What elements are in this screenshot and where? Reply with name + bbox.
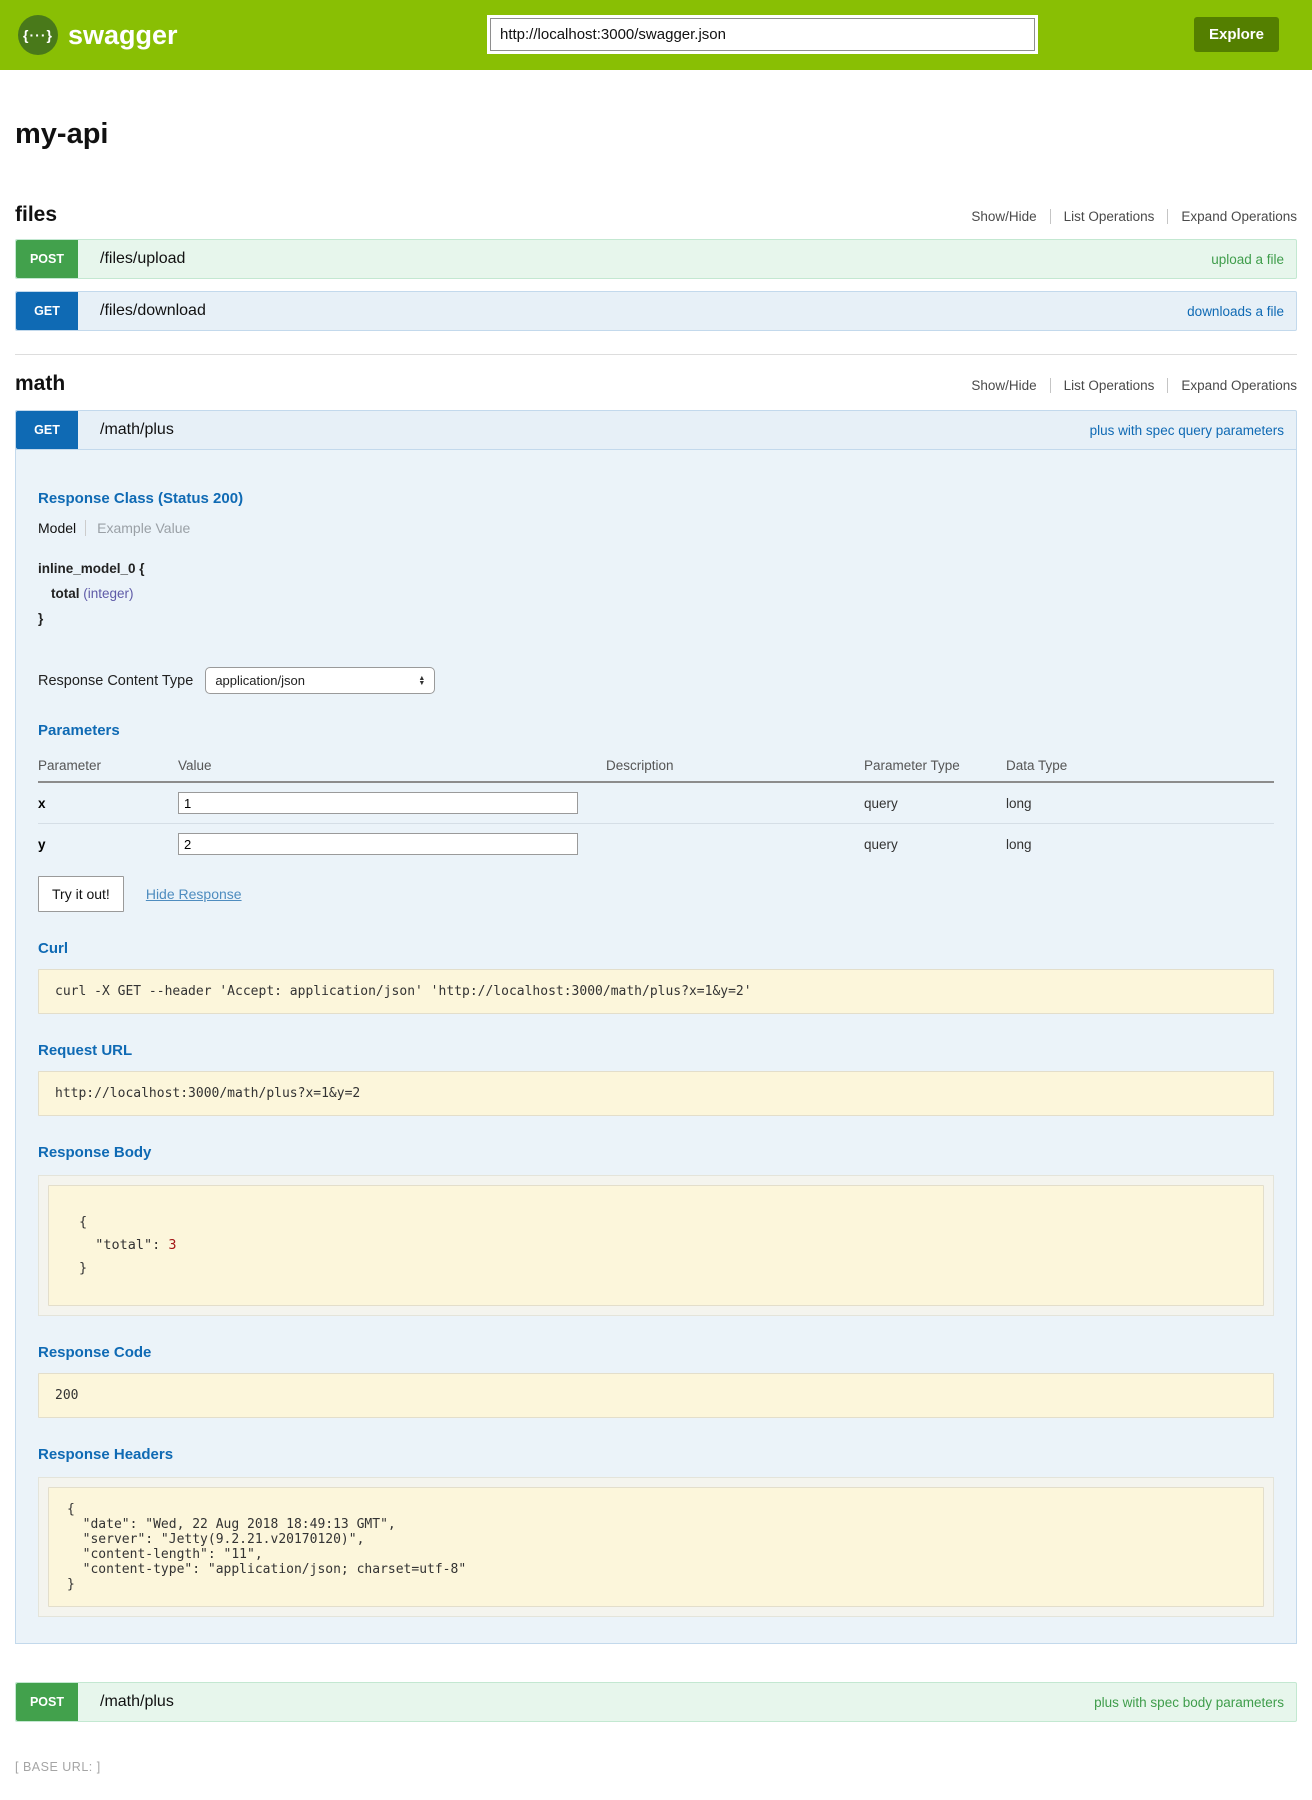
response-content-type-label: Response Content Type xyxy=(38,673,193,689)
method-badge-post: POST xyxy=(16,240,78,278)
response-code-heading: Response Code xyxy=(38,1344,1274,1361)
model-signature: inline_model_0 { total (integer) } xyxy=(38,556,1274,631)
json-number-value: 3 xyxy=(168,1237,176,1253)
section-title-files[interactable]: files xyxy=(15,203,57,227)
endpoint-path[interactable]: /files/download xyxy=(100,302,206,320)
param-type: query xyxy=(864,824,1006,865)
endpoint-summary-link[interactable]: plus with spec body parameters xyxy=(1094,1695,1284,1710)
response-body-heading: Response Body xyxy=(38,1144,1274,1161)
brand-name: swagger xyxy=(68,20,178,51)
explore-button[interactable]: Explore xyxy=(1194,17,1279,52)
param-data-type: long xyxy=(1006,782,1274,824)
parameters-header-row: Parameter Value Description Parameter Ty… xyxy=(38,749,1274,782)
response-headers-block: { "date": "Wed, 22 Aug 2018 18:49:13 GMT… xyxy=(38,1477,1274,1617)
selected-content-type: application/json xyxy=(215,673,305,688)
section-divider xyxy=(15,354,1297,355)
curl-command: curl -X GET --header 'Accept: applicatio… xyxy=(38,969,1274,1014)
section-header-files: files Show/Hide List Operations Expand O… xyxy=(15,203,1297,227)
show-hide-link[interactable]: Show/Hide xyxy=(958,209,1049,224)
col-parameter-type: Parameter Type xyxy=(864,749,1006,782)
endpoint-path[interactable]: /files/upload xyxy=(100,250,185,268)
model-tabs: Model Example Value xyxy=(38,520,1274,536)
section-title-math[interactable]: math xyxy=(15,372,65,396)
model-property: total (integer) xyxy=(38,581,1274,606)
swagger-logo-icon: {···} xyxy=(18,15,58,55)
col-value: Value xyxy=(178,749,606,782)
model-property-name: total xyxy=(51,586,80,601)
endpoint-row-get-files-download[interactable]: GET /files/download downloads a file xyxy=(15,291,1297,331)
request-url-value: http://localhost:3000/math/plus?x=1&y=2 xyxy=(38,1071,1274,1116)
response-code-value: 200 xyxy=(38,1373,1274,1418)
section-controls-files: Show/Hide List Operations Expand Operati… xyxy=(958,209,1297,224)
param-description xyxy=(606,824,864,865)
response-headers-json: { "date": "Wed, 22 Aug 2018 18:49:13 GMT… xyxy=(48,1487,1264,1607)
json-text: { "total": xyxy=(79,1214,168,1253)
param-name: x xyxy=(38,782,178,824)
select-arrows-icon: ▲▼ xyxy=(418,676,425,686)
expand-operations-link[interactable]: Expand Operations xyxy=(1167,209,1297,224)
try-it-out-button[interactable]: Try it out! xyxy=(38,876,124,912)
parameter-row-y: y query long xyxy=(38,824,1274,865)
response-body-block: { "total": 3 } xyxy=(38,1175,1274,1316)
logo-glyph: {···} xyxy=(23,27,53,43)
endpoint-row-post-files-upload[interactable]: POST /files/upload upload a file xyxy=(15,239,1297,279)
actions-row: Try it out! Hide Response xyxy=(38,876,1274,912)
model-property-type: (integer) xyxy=(83,586,133,601)
list-operations-link[interactable]: List Operations xyxy=(1050,378,1168,393)
response-content-type-row: Response Content Type application/json ▲… xyxy=(38,667,1274,694)
endpoint-row-get-math-plus[interactable]: GET /math/plus plus with spec query para… xyxy=(15,410,1297,450)
response-class-heading: Response Class (Status 200) xyxy=(38,490,1274,507)
parameter-row-x: x query long xyxy=(38,782,1274,824)
endpoint-summary-link[interactable]: downloads a file xyxy=(1187,304,1284,319)
hide-response-link[interactable]: Hide Response xyxy=(146,886,242,902)
endpoint-row-post-math-plus[interactable]: POST /math/plus plus with spec body para… xyxy=(15,1682,1297,1722)
model-close-line: } xyxy=(38,606,1274,631)
response-content-type-select[interactable]: application/json ▲▼ xyxy=(205,667,435,694)
endpoint-path[interactable]: /math/plus xyxy=(100,421,174,439)
endpoint-path[interactable]: /math/plus xyxy=(100,1693,174,1711)
col-description: Description xyxy=(606,749,864,782)
parameters-table: Parameter Value Description Parameter Ty… xyxy=(38,749,1274,864)
spec-url-input[interactable] xyxy=(490,18,1035,51)
json-text: } xyxy=(79,1260,87,1276)
base-url-footer: [ BASE URL: ] xyxy=(15,1760,1297,1800)
parameters-heading: Parameters xyxy=(38,722,1274,739)
param-type: query xyxy=(864,782,1006,824)
endpoint-summary-link[interactable]: plus with spec query parameters xyxy=(1090,423,1284,438)
section-header-math: math Show/Hide List Operations Expand Op… xyxy=(15,372,1297,396)
response-headers-heading: Response Headers xyxy=(38,1446,1274,1463)
section-controls-math: Show/Hide List Operations Expand Operati… xyxy=(958,378,1297,393)
operation-detail-panel: Response Class (Status 200) Model Example… xyxy=(15,450,1297,1644)
col-data-type: Data Type xyxy=(1006,749,1274,782)
param-y-value-input[interactable] xyxy=(178,833,578,855)
param-name: y xyxy=(38,824,178,865)
expand-operations-link[interactable]: Expand Operations xyxy=(1167,378,1297,393)
model-open-line: inline_model_0 { xyxy=(38,556,1274,581)
param-x-value-input[interactable] xyxy=(178,792,578,814)
header-bar: {···} swagger Explore xyxy=(0,0,1312,70)
list-operations-link[interactable]: List Operations xyxy=(1050,209,1168,224)
endpoint-summary-link[interactable]: upload a file xyxy=(1211,252,1284,267)
page-title: my-api xyxy=(15,118,1297,151)
tab-model[interactable]: Model xyxy=(38,520,76,536)
method-badge-post: POST xyxy=(16,1683,78,1721)
show-hide-link[interactable]: Show/Hide xyxy=(958,378,1049,393)
tab-example-value[interactable]: Example Value xyxy=(85,520,190,536)
brand-link[interactable]: {···} swagger xyxy=(18,15,178,55)
param-description xyxy=(606,782,864,824)
response-body-json: { "total": 3 } xyxy=(48,1185,1264,1306)
col-parameter: Parameter xyxy=(38,749,178,782)
param-data-type: long xyxy=(1006,824,1274,865)
method-badge-get: GET xyxy=(16,292,78,330)
method-badge-get: GET xyxy=(16,411,78,449)
curl-heading: Curl xyxy=(38,940,1274,957)
request-url-heading: Request URL xyxy=(38,1042,1274,1059)
